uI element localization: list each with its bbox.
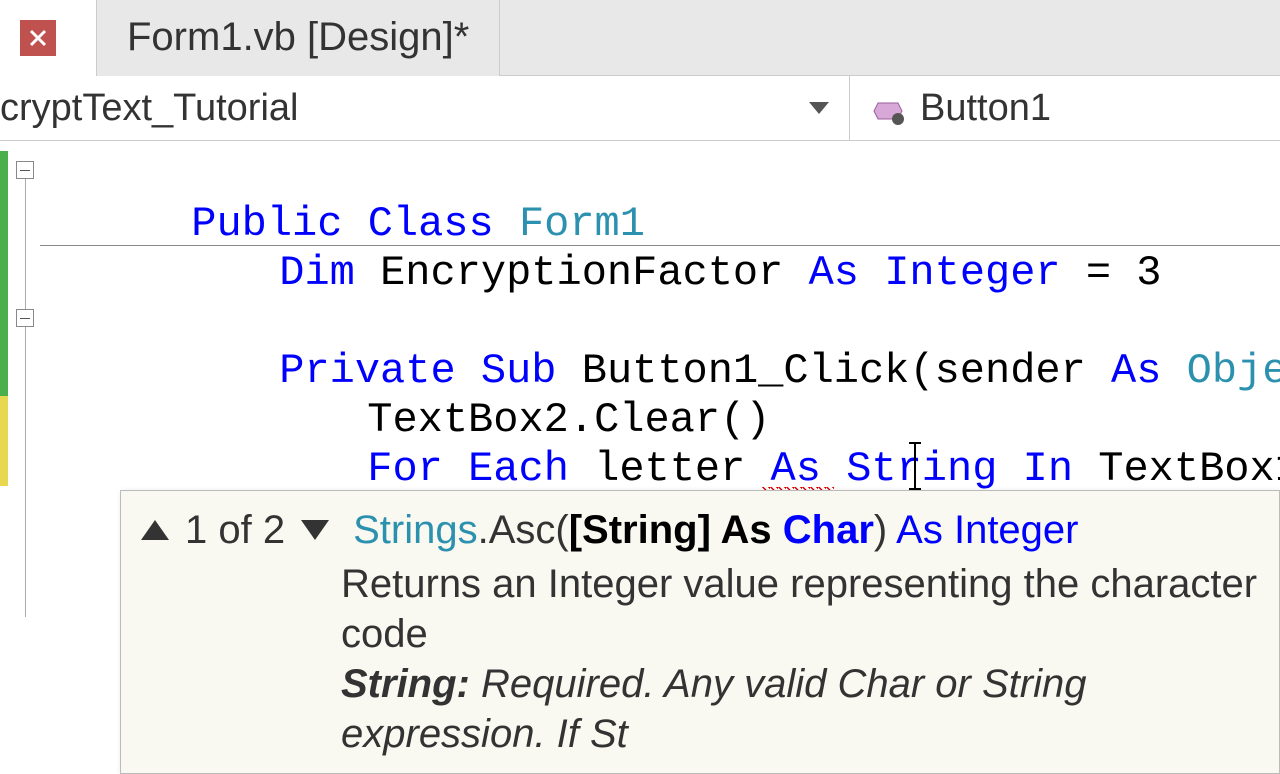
keyword: Integer [884, 249, 1060, 297]
collapse-toggle[interactable] [16, 161, 34, 179]
parameter-info-tooltip: 1 of 2 Strings.Asc([String] As Char) As … [120, 490, 1280, 774]
collapse-toggle[interactable] [16, 309, 34, 327]
sig-class: Strings [353, 508, 478, 552]
sig-method: .Asc( [478, 508, 569, 552]
sig-type: Char [772, 508, 874, 552]
change-indicator-saved [0, 151, 8, 396]
sig-param: [String] [569, 508, 721, 552]
member-dropdown[interactable]: Button1 [850, 76, 1280, 140]
change-margin [0, 141, 8, 720]
code-text: = 3 [1061, 249, 1162, 297]
inactive-tab[interactable]: Form1.vb [Design]* [97, 0, 500, 76]
type-name: Object [1187, 347, 1280, 395]
keyword: Dim [279, 249, 355, 297]
outline-margin [8, 141, 40, 720]
keyword: As [809, 249, 859, 297]
navigation-bar: cryptText_Tutorial Button1 [0, 76, 1280, 141]
sig-keyword: As [896, 508, 943, 552]
active-tab[interactable] [0, 0, 97, 76]
close-tab-button[interactable] [20, 20, 56, 56]
class-dropdown-label: cryptText_Tutorial [0, 87, 809, 130]
param-name: String: [341, 662, 470, 706]
method-icon [870, 94, 906, 122]
outline-line [25, 179, 26, 309]
change-indicator-unsaved [0, 396, 8, 486]
tooltip-description: Returns an Integer value representing th… [341, 559, 1259, 659]
sig-keyword: As [721, 508, 772, 552]
outline-line [25, 327, 26, 617]
text-cursor [914, 443, 916, 489]
overload-next-button[interactable] [301, 520, 329, 540]
member-dropdown-label: Button1 [920, 87, 1051, 130]
tab-bar: Form1.vb [Design]* [0, 0, 1280, 76]
overload-prev-button[interactable] [141, 520, 169, 540]
identifier: EncryptionFactor [380, 249, 783, 297]
sig-close: ) [874, 508, 896, 552]
overload-counter: 1 of 2 [185, 505, 285, 555]
class-dropdown[interactable]: cryptText_Tutorial [0, 76, 850, 140]
region-separator [40, 245, 1280, 246]
close-icon [28, 28, 48, 48]
chevron-down-icon [809, 102, 829, 114]
keyword: As [1111, 347, 1161, 395]
sig-return: Integer [943, 508, 1079, 552]
tab-label: Form1.vb [Design]* [127, 15, 469, 60]
